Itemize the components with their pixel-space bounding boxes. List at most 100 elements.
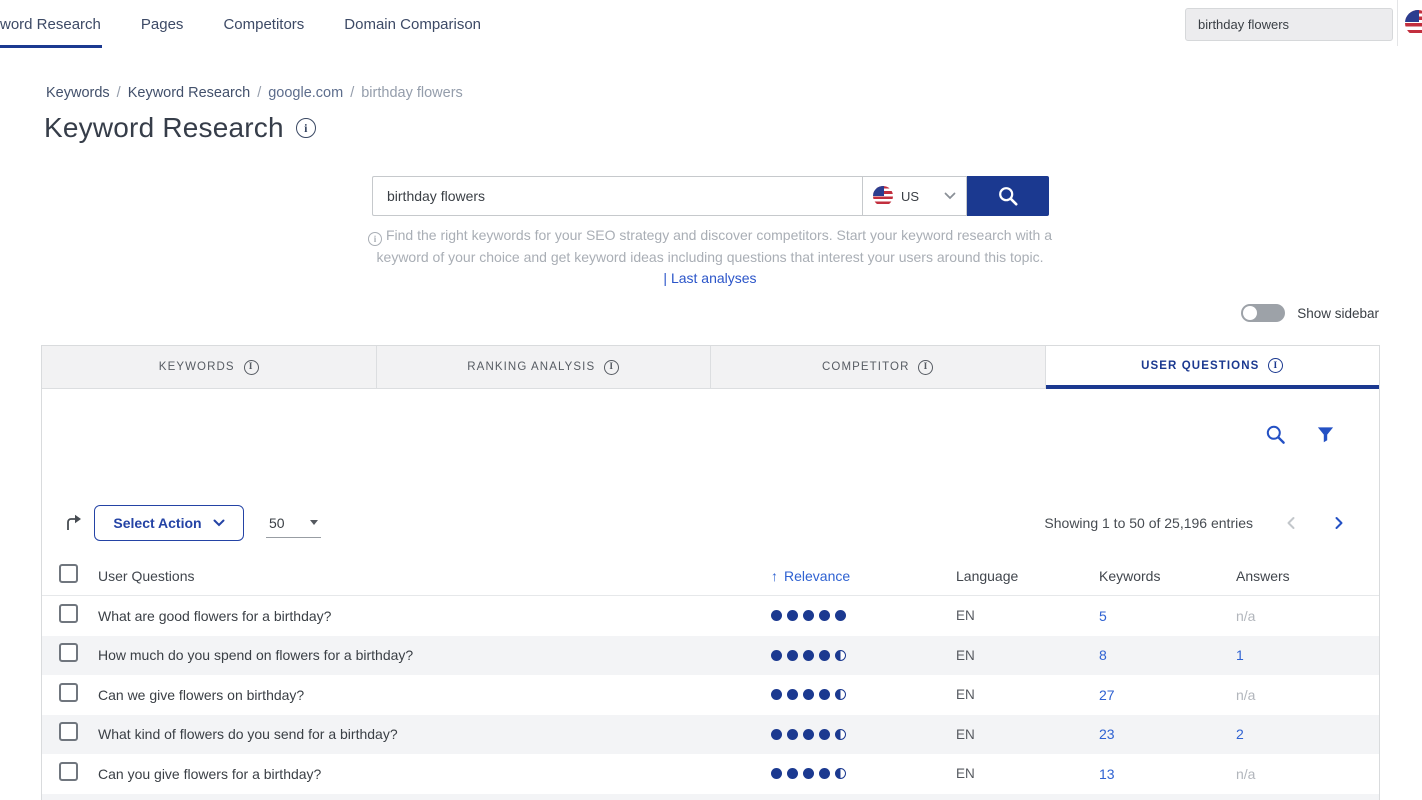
column-header-language[interactable]: Language (956, 568, 1099, 584)
search-icon (997, 185, 1019, 207)
nav-item-pages[interactable]: Pages (141, 16, 184, 33)
column-header-questions[interactable]: User Questions (98, 568, 771, 584)
relevance-dots (771, 729, 956, 740)
page-title-row: Keyword Research (44, 112, 316, 144)
table-row[interactable]: How much do you spend on flowers for a b… (42, 636, 1379, 676)
language-cell: EN (956, 727, 1099, 742)
table-toolbar: Select Action 50 Showing 1 to 50 of 25,1… (42, 505, 1379, 541)
show-sidebar-label: Show sidebar (1297, 306, 1379, 321)
show-sidebar-toggle[interactable] (1241, 304, 1285, 322)
answers-value: n/a (1236, 766, 1255, 782)
topnav-search-input[interactable] (1185, 8, 1393, 41)
answers-value: n/a (1236, 687, 1255, 703)
relevance-dot (835, 650, 846, 661)
relevance-dot (771, 729, 782, 740)
tab-keywords-label: KEYWORDS (159, 361, 235, 373)
relevance-dot (771, 689, 782, 700)
breadcrumb-domain[interactable]: google.com (268, 85, 343, 101)
row-checkbox[interactable] (59, 722, 78, 741)
breadcrumb-keyword: birthday flowers (361, 85, 463, 101)
relevance-dot (835, 729, 846, 740)
answers-value: n/a (1236, 608, 1255, 624)
relevance-dot (835, 610, 846, 621)
select-action-button[interactable]: Select Action (94, 505, 244, 541)
keywords-count-link[interactable]: 23 (1099, 726, 1115, 742)
language-cell: EN (956, 608, 1099, 623)
export-icon[interactable] (64, 513, 84, 533)
answers-value[interactable]: 1 (1236, 647, 1244, 663)
relevance-dot (835, 689, 846, 700)
row-checkbox[interactable] (59, 683, 78, 702)
nav-item-domain-comparison[interactable]: Domain Comparison (344, 16, 481, 33)
keywords-count-link[interactable]: 8 (1099, 647, 1107, 663)
relevance-header-label: Relevance (784, 568, 850, 584)
relevance-dot (771, 610, 782, 621)
search-button[interactable] (967, 176, 1049, 216)
keywords-count-link[interactable]: 13 (1099, 766, 1115, 782)
question-cell: How much do you spend on flowers for a b… (98, 647, 771, 663)
relevance-dot (787, 768, 798, 779)
nav-item-competitors[interactable]: Competitors (223, 16, 304, 33)
row-checkbox[interactable] (59, 643, 78, 662)
tab-user-questions[interactable]: USER QUESTIONS (1046, 346, 1380, 389)
caret-down-icon (310, 520, 318, 525)
relevance-dot (803, 610, 814, 621)
language-cell: EN (956, 687, 1099, 702)
column-header-relevance[interactable]: Relevance (771, 568, 956, 584)
question-cell: What are good flowers for a birthday? (98, 608, 771, 624)
relevance-dot (819, 729, 830, 740)
tab-info-icon[interactable] (918, 360, 933, 375)
relevance-dot (787, 650, 798, 661)
breadcrumb-separator: / (257, 85, 261, 101)
sort-ascending-icon (771, 568, 778, 584)
relevance-dots (771, 610, 956, 621)
tab-info-icon[interactable] (604, 360, 619, 375)
top-navigation: word Research Pages Competitors Domain C… (0, 0, 1422, 48)
help-info-icon (368, 232, 382, 246)
breadcrumb-keyword-research[interactable]: Keyword Research (128, 85, 251, 101)
table-row[interactable]: Can we give flowers on birthday? EN 27 n… (42, 675, 1379, 715)
breadcrumb-keywords[interactable]: Keywords (46, 85, 110, 101)
relevance-dot (803, 650, 814, 661)
relevance-dot (803, 729, 814, 740)
table-row[interactable]: What kind of flowers do you send for a b… (42, 715, 1379, 755)
us-flag-icon (873, 186, 893, 206)
help-line-1: Find the right keywords for your SEO str… (386, 227, 1052, 243)
pagination-prev-icon[interactable] (1285, 516, 1297, 530)
answers-value[interactable]: 2 (1236, 726, 1244, 742)
keyword-search-input[interactable] (372, 176, 862, 216)
select-all-checkbox[interactable] (59, 564, 78, 583)
column-header-answers[interactable]: Answers (1236, 568, 1379, 584)
chevron-down-icon (944, 192, 956, 200)
page-size-select[interactable]: 50 (266, 508, 321, 538)
tab-competitor[interactable]: COMPETITOR (711, 346, 1046, 389)
page-size-value: 50 (269, 515, 285, 531)
tab-competitor-label: COMPETITOR (822, 361, 909, 373)
tab-info-icon[interactable] (1268, 358, 1283, 373)
relevance-dot (819, 610, 830, 621)
question-cell: Can we give flowers on birthday? (98, 687, 771, 703)
tab-info-icon[interactable] (244, 360, 259, 375)
results-panel: KEYWORDS RANKING ANALYSIS COMPETITOR USE… (41, 345, 1380, 800)
select-action-label: Select Action (113, 515, 201, 531)
row-checkbox[interactable] (59, 762, 78, 781)
country-select[interactable]: US (862, 176, 967, 216)
table-search-icon[interactable] (1265, 424, 1286, 445)
title-info-icon[interactable] (296, 118, 316, 138)
filter-icon[interactable] (1316, 425, 1335, 444)
pagination-next-icon[interactable] (1333, 516, 1345, 530)
row-checkbox[interactable] (59, 604, 78, 623)
keyword-search-bar: US (372, 176, 1049, 216)
keywords-count-link[interactable]: 5 (1099, 608, 1107, 624)
keywords-count-link[interactable]: 27 (1099, 687, 1115, 703)
breadcrumb-separator: / (350, 85, 354, 101)
nav-item-keyword-research[interactable]: word Research (0, 16, 101, 33)
tab-keywords[interactable]: KEYWORDS (42, 346, 377, 389)
table-row[interactable]: What are good flowers for a birthday? EN… (42, 596, 1379, 636)
column-header-keywords[interactable]: Keywords (1099, 568, 1236, 584)
table-row[interactable]: Can you give flowers for a birthday? EN … (42, 754, 1379, 794)
last-analyses-link[interactable]: | Last analyses (331, 270, 1089, 286)
partially-visible-row (42, 794, 1379, 800)
topnav-country-area[interactable] (1397, 0, 1422, 46)
tab-ranking-analysis[interactable]: RANKING ANALYSIS (377, 346, 712, 389)
